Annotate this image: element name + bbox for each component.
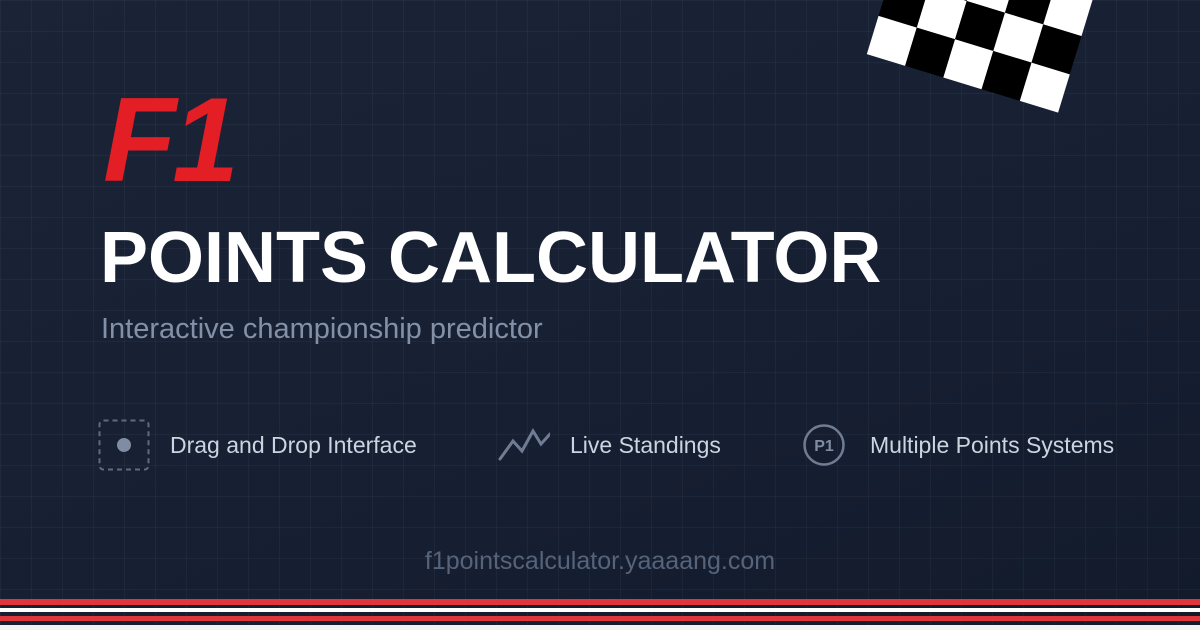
feature-points-systems: P1 Multiple Points Systems	[798, 419, 1114, 471]
stripe-red	[0, 616, 1200, 621]
feature-label: Live Standings	[570, 432, 721, 458]
f1-logo: F1	[103, 73, 239, 207]
drag-drop-icon	[98, 419, 150, 471]
stripe-red	[0, 599, 1200, 605]
site-url: f1pointscalculator.yaaaang.com	[424, 547, 776, 575]
p1-badge-icon: P1	[798, 419, 850, 471]
trend-line-icon	[498, 419, 550, 471]
page-subtitle: Interactive championship predictor	[101, 313, 543, 345]
feature-live-standings: Live Standings	[498, 419, 721, 471]
checkered-flag-icon	[866, 0, 1094, 113]
stripe-white	[0, 608, 1200, 612]
feature-label: Drag and Drop Interface	[170, 432, 417, 458]
feature-drag-drop: Drag and Drop Interface	[98, 419, 417, 471]
page-title: POINTS CALCULATOR	[100, 218, 882, 298]
racing-stripes	[0, 599, 1200, 630]
feature-label: Multiple Points Systems	[870, 432, 1115, 458]
og-card: F1 POINTS CALCULATOR Interactive champio…	[0, 0, 1200, 630]
p1-badge-text: P1	[814, 438, 834, 455]
stripe-white	[0, 625, 1200, 630]
